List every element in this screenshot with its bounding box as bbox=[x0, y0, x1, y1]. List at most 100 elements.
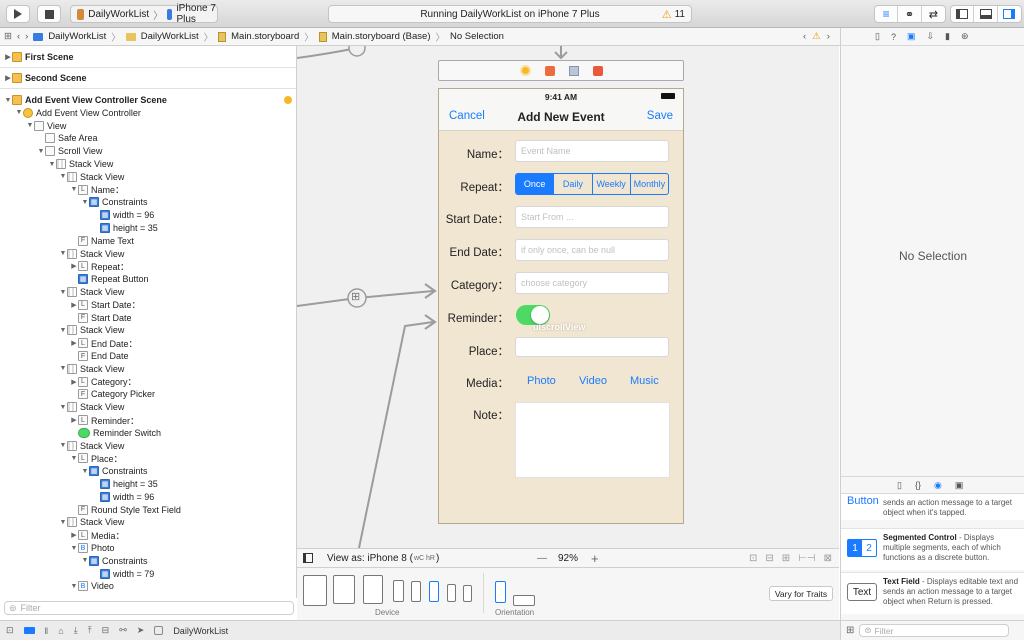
outline-row[interactable]: ▼ Stack View bbox=[59, 516, 124, 528]
end-date-field[interactable]: if only once, can be null bbox=[515, 239, 669, 261]
outline-row[interactable]: ▦ height = 35 bbox=[92, 222, 158, 234]
warning-badge[interactable]: ⚠ 11 bbox=[662, 8, 685, 21]
device-iphone-4-icon[interactable] bbox=[463, 585, 472, 602]
disclosure-open-icon[interactable]: ▼ bbox=[37, 148, 45, 155]
name-text-field[interactable]: Event Name bbox=[515, 140, 669, 162]
outline-row[interactable]: F Name Text bbox=[70, 235, 134, 247]
media-library-icon[interactable]: ▣ bbox=[955, 480, 964, 491]
disclosure-open-icon[interactable]: ▼ bbox=[4, 97, 12, 104]
outline-row[interactable]: ▼ Stack View bbox=[59, 171, 124, 183]
stop-button[interactable] bbox=[37, 5, 61, 23]
outline-row[interactable]: ▼ L Name： bbox=[70, 184, 124, 196]
outline-row[interactable]: ▼ ▦ Constraints bbox=[81, 196, 148, 208]
step-over-icon[interactable]: ⌂ bbox=[58, 626, 63, 636]
note-text-view[interactable] bbox=[515, 402, 670, 478]
outline-row[interactable]: ▼ B Photo bbox=[70, 542, 115, 554]
pin-icon[interactable]: ⊞ bbox=[782, 553, 790, 564]
file-template-library-icon[interactable]: ▯ bbox=[897, 480, 902, 491]
outline-row[interactable]: ▼ Stack View bbox=[59, 286, 124, 298]
disclosure-closed-icon[interactable]: ▶ bbox=[4, 53, 12, 61]
segment-once[interactable]: Once bbox=[516, 174, 555, 194]
disclosure-open-icon[interactable]: ▼ bbox=[59, 250, 67, 257]
outline-row[interactable]: F End Date bbox=[70, 350, 129, 362]
repeat-segmented-control[interactable]: Once Daily Weekly Monthly bbox=[515, 173, 669, 195]
outline-row[interactable]: ▶ Second Scene bbox=[4, 72, 87, 84]
outline-row[interactable]: ▼ B Video bbox=[70, 580, 114, 592]
disclosure-open-icon[interactable]: ▼ bbox=[59, 365, 67, 372]
disclosure-open-icon[interactable]: ▼ bbox=[59, 173, 67, 180]
back-icon[interactable]: ‹ bbox=[17, 31, 20, 42]
outline-row[interactable]: ▼ Stack View bbox=[48, 158, 113, 170]
place-text-field[interactable] bbox=[515, 337, 669, 357]
disclosure-open-icon[interactable]: ▼ bbox=[59, 327, 67, 334]
outline-row[interactable]: ▦ width = 79 bbox=[92, 568, 154, 580]
disclosure-open-icon[interactable]: ▼ bbox=[59, 519, 67, 526]
disclosure-open-icon[interactable]: ▼ bbox=[81, 199, 89, 206]
outline-filter-field[interactable]: ⊜ Filter bbox=[4, 601, 294, 615]
outline-row[interactable]: Safe Area bbox=[37, 132, 98, 144]
outline-row[interactable]: ▦ Repeat Button bbox=[70, 273, 149, 285]
outline-row[interactable]: ▼ Add Event View Controller Scene bbox=[4, 94, 167, 106]
outline-row[interactable]: ▶ L Media： bbox=[70, 529, 125, 541]
breakpoints-icon[interactable] bbox=[23, 627, 35, 634]
disclosure-closed-icon[interactable]: ▶ bbox=[70, 378, 78, 386]
outline-row[interactable]: ▼ Add Event View Controller bbox=[15, 107, 141, 119]
view-as-button[interactable]: View as: iPhone 8 ( wC hR ) bbox=[327, 553, 439, 564]
hide-debug-icon[interactable]: ⊡ bbox=[6, 625, 14, 636]
save-button[interactable]: Save bbox=[647, 110, 673, 122]
forward-icon[interactable]: › bbox=[25, 31, 28, 42]
outline-row[interactable]: ▶ L Category： bbox=[70, 376, 137, 388]
step-out-icon[interactable]: ⤒ bbox=[88, 625, 92, 636]
code-snippet-library-icon[interactable]: {} bbox=[915, 480, 921, 490]
segment-daily[interactable]: Daily bbox=[554, 174, 593, 194]
back-issue-icon[interactable]: ‹ bbox=[803, 31, 806, 42]
zoom-in-button[interactable]: + bbox=[591, 551, 599, 566]
object-library-icon[interactable]: ◉ bbox=[934, 480, 942, 491]
music-button[interactable]: Music bbox=[630, 375, 659, 387]
orientation-landscape-icon[interactable] bbox=[513, 595, 535, 606]
jump-item-base[interactable]: Main.storyboard (Base) bbox=[332, 31, 431, 42]
disclosure-closed-icon[interactable]: ▶ bbox=[70, 301, 78, 309]
library-item-text-field[interactable]: Text Text Field - Displays editable text… bbox=[841, 572, 1024, 614]
orientation-portrait-icon[interactable] bbox=[495, 581, 506, 603]
align-icon[interactable]: ⊟ bbox=[765, 553, 773, 564]
zoom-out-button[interactable]: — bbox=[537, 553, 547, 564]
outline-row[interactable]: F Start Date bbox=[70, 312, 132, 324]
editor-mode-control[interactable]: ≡ ⚭ ⇄ bbox=[874, 5, 946, 23]
outline-row[interactable]: ▼ ▦ Constraints bbox=[81, 465, 148, 477]
video-button[interactable]: Video bbox=[579, 375, 607, 387]
disclosure-open-icon[interactable]: ▼ bbox=[59, 289, 67, 296]
device-ipad-icon[interactable] bbox=[333, 575, 355, 604]
disclosure-closed-icon[interactable]: ▶ bbox=[4, 74, 12, 82]
outline-row[interactable]: ▼ Stack View bbox=[59, 401, 124, 413]
outline-row[interactable]: ▼ View bbox=[26, 120, 66, 132]
inspector-toggle-icon[interactable] bbox=[998, 6, 1021, 22]
outline-row[interactable]: ▼ Stack View bbox=[59, 248, 124, 260]
disclosure-open-icon[interactable]: ▼ bbox=[26, 122, 34, 129]
library-item-segmented-control[interactable]: 1 2 Segmented Control - Displays multipl… bbox=[841, 528, 1024, 570]
disclosure-open-icon[interactable]: ▼ bbox=[59, 442, 67, 449]
exit-icon[interactable] bbox=[592, 65, 603, 76]
category-picker-field[interactable]: choose category bbox=[515, 272, 669, 294]
outline-row[interactable]: ▼ Scroll View bbox=[37, 145, 102, 157]
jump-item-project[interactable]: DailyWorkList bbox=[48, 31, 106, 42]
outline-row[interactable]: ▶ L Repeat： bbox=[70, 260, 129, 272]
location-icon[interactable]: ➤ bbox=[137, 625, 145, 636]
vary-for-traits-button[interactable]: Vary for Traits bbox=[769, 586, 833, 601]
debug-toggle-icon[interactable] bbox=[974, 6, 998, 22]
embed-in-icon[interactable]: ⊡ bbox=[749, 553, 757, 564]
disclosure-closed-icon[interactable]: ▶ bbox=[70, 339, 78, 347]
outline-row[interactable]: Reminder Switch bbox=[70, 427, 161, 439]
warning-icon[interactable]: ⚠ bbox=[812, 31, 821, 42]
disclosure-open-icon[interactable]: ▼ bbox=[81, 468, 89, 475]
outline-row[interactable]: ▦ width = 96 bbox=[92, 491, 154, 503]
disclosure-open-icon[interactable]: ▼ bbox=[48, 161, 56, 168]
disclosure-closed-icon[interactable]: ▶ bbox=[70, 416, 78, 424]
file-inspector-icon[interactable]: ▯ bbox=[875, 31, 880, 42]
outline-row[interactable]: ▶ First Scene bbox=[4, 51, 74, 63]
size-inspector-icon[interactable]: ▮ bbox=[945, 31, 950, 42]
outline-row[interactable]: ▶ L End Date： bbox=[70, 337, 138, 349]
device-iphone-8-icon[interactable] bbox=[429, 581, 439, 602]
grid-view-icon[interactable]: ⊞ bbox=[846, 625, 854, 636]
outline-row[interactable]: F Round Style Text Field bbox=[70, 504, 181, 516]
